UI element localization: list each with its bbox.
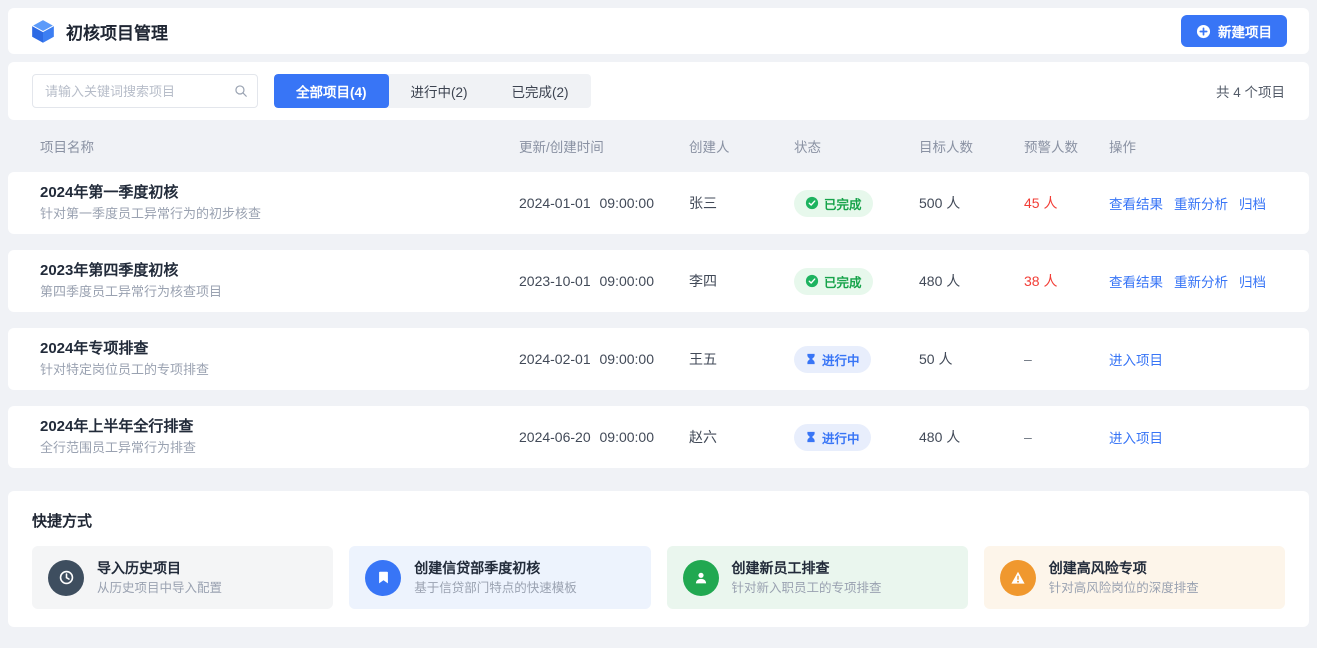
search-box xyxy=(32,74,258,108)
project-description: 针对特定岗位员工的专项排查 xyxy=(40,361,519,380)
project-time: 2024-01-01 09:00:00 xyxy=(519,195,689,211)
status-badge: 进行中 xyxy=(794,346,871,373)
tab-completed[interactable]: 已完成(2) xyxy=(490,74,591,108)
project-time: 2023-10-01 09:00:00 xyxy=(519,273,689,289)
total-project-count: 共 4 个项目 xyxy=(1216,81,1285,101)
col-creator: 创建人 xyxy=(689,136,794,156)
col-warning-count: 预警人数 xyxy=(1024,136,1109,156)
hourglass-icon xyxy=(805,353,817,365)
project-description: 针对第一季度员工异常行为的初步核查 xyxy=(40,205,519,224)
warning-count: – xyxy=(1024,429,1109,445)
new-project-button[interactable]: 新建项目 xyxy=(1181,15,1287,47)
col-target-count: 目标人数 xyxy=(919,136,1024,156)
shortcut-title: 创建新员工排查 xyxy=(732,558,882,580)
filter-tabs: 全部项目(4) 进行中(2) 已完成(2) xyxy=(274,74,591,108)
action-reanalyze[interactable]: 重新分析 xyxy=(1174,193,1228,213)
shortcut-title: 创建高风险专项 xyxy=(1049,558,1199,580)
shortcut-import-history[interactable]: 导入历史项目 从历史项目中导入配置 xyxy=(32,546,333,609)
project-description: 第四季度员工异常行为核查项目 xyxy=(40,283,519,302)
bookmark-icon xyxy=(365,560,401,596)
col-actions: 操作 xyxy=(1109,136,1277,156)
project-creator: 张三 xyxy=(689,193,794,213)
action-reanalyze[interactable]: 重新分析 xyxy=(1174,271,1228,291)
target-count: 480 人 xyxy=(919,427,1024,447)
check-circle-icon xyxy=(805,196,819,210)
search-icon xyxy=(234,84,248,98)
project-description: 全行范围员工异常行为排查 xyxy=(40,439,519,458)
project-creator: 王五 xyxy=(689,349,794,369)
table-header: 项目名称 更新/创建时间 创建人 状态 目标人数 预警人数 操作 xyxy=(8,120,1309,172)
col-status: 状态 xyxy=(794,136,919,156)
col-project-name: 项目名称 xyxy=(40,136,519,156)
warning-count: 38 人 xyxy=(1024,271,1109,291)
action-view-results[interactable]: 查看结果 xyxy=(1109,193,1163,213)
status-badge: 已完成 xyxy=(794,190,873,217)
check-circle-icon xyxy=(805,274,819,288)
toolbar: 全部项目(4) 进行中(2) 已完成(2) 共 4 个项目 xyxy=(8,62,1309,120)
project-name: 2024年专项排查 xyxy=(40,338,519,361)
shortcut-description: 针对新入职员工的专项排查 xyxy=(732,580,882,598)
project-name: 2024年第一季度初核 xyxy=(40,182,519,205)
project-time: 2024-06-20 09:00:00 xyxy=(519,429,689,445)
target-count: 50 人 xyxy=(919,349,1024,369)
action-view-results[interactable]: 查看结果 xyxy=(1109,271,1163,291)
warning-icon xyxy=(1000,560,1036,596)
plus-circle-icon xyxy=(1196,24,1211,39)
shortcut-credit-dept-review[interactable]: 创建信贷部季度初核 基于信贷部门特点的快速模板 xyxy=(349,546,650,609)
status-badge: 进行中 xyxy=(794,424,871,451)
action-enter-project[interactable]: 进入项目 xyxy=(1109,349,1163,369)
project-name: 2023年第四季度初核 xyxy=(40,260,519,283)
shortcut-new-employee-screening[interactable]: 创建新员工排查 针对新入职员工的专项排查 xyxy=(667,546,968,609)
user-icon xyxy=(683,560,719,596)
clock-icon xyxy=(48,560,84,596)
warning-count: – xyxy=(1024,351,1109,367)
target-count: 480 人 xyxy=(919,271,1024,291)
search-input[interactable] xyxy=(32,74,258,108)
project-creator: 李四 xyxy=(689,271,794,291)
action-enter-project[interactable]: 进入项目 xyxy=(1109,427,1163,447)
table-row: 2024年第一季度初核 针对第一季度员工异常行为的初步核查 2024-01-01… xyxy=(8,172,1309,234)
target-count: 500 人 xyxy=(919,193,1024,213)
action-archive[interactable]: 归档 xyxy=(1239,271,1266,291)
shortcut-description: 从历史项目中导入配置 xyxy=(97,580,222,598)
warning-count: 45 人 xyxy=(1024,193,1109,213)
col-update-time: 更新/创建时间 xyxy=(519,136,689,156)
shortcuts-panel: 快捷方式 导入历史项目 从历史项目中导入配置 创建信贷部季度初核 xyxy=(8,491,1309,627)
shortcut-description: 针对高风险岗位的深度排查 xyxy=(1049,580,1199,598)
cube-icon xyxy=(30,18,56,44)
tab-all-projects[interactable]: 全部项目(4) xyxy=(274,74,389,108)
table-row: 2023年第四季度初核 第四季度员工异常行为核查项目 2023-10-01 09… xyxy=(8,250,1309,312)
page-title: 初核项目管理 xyxy=(66,19,168,44)
shortcut-title: 创建信贷部季度初核 xyxy=(414,558,577,580)
table-row: 2024年专项排查 针对特定岗位员工的专项排查 2024-02-01 09:00… xyxy=(8,328,1309,390)
table-row: 2024年上半年全行排查 全行范围员工异常行为排查 2024-06-20 09:… xyxy=(8,406,1309,468)
project-name: 2024年上半年全行排查 xyxy=(40,416,519,439)
action-archive[interactable]: 归档 xyxy=(1239,193,1266,213)
project-creator: 赵六 xyxy=(689,427,794,447)
project-time: 2024-02-01 09:00:00 xyxy=(519,351,689,367)
shortcut-description: 基于信贷部门特点的快速模板 xyxy=(414,580,577,598)
status-badge: 已完成 xyxy=(794,268,873,295)
page-header: 初核项目管理 新建项目 xyxy=(8,8,1309,54)
shortcut-high-risk-special[interactable]: 创建高风险专项 针对高风险岗位的深度排查 xyxy=(984,546,1285,609)
tab-in-progress[interactable]: 进行中(2) xyxy=(389,74,490,108)
hourglass-icon xyxy=(805,431,817,443)
shortcuts-title: 快捷方式 xyxy=(32,510,1285,531)
shortcut-title: 导入历史项目 xyxy=(97,558,222,580)
